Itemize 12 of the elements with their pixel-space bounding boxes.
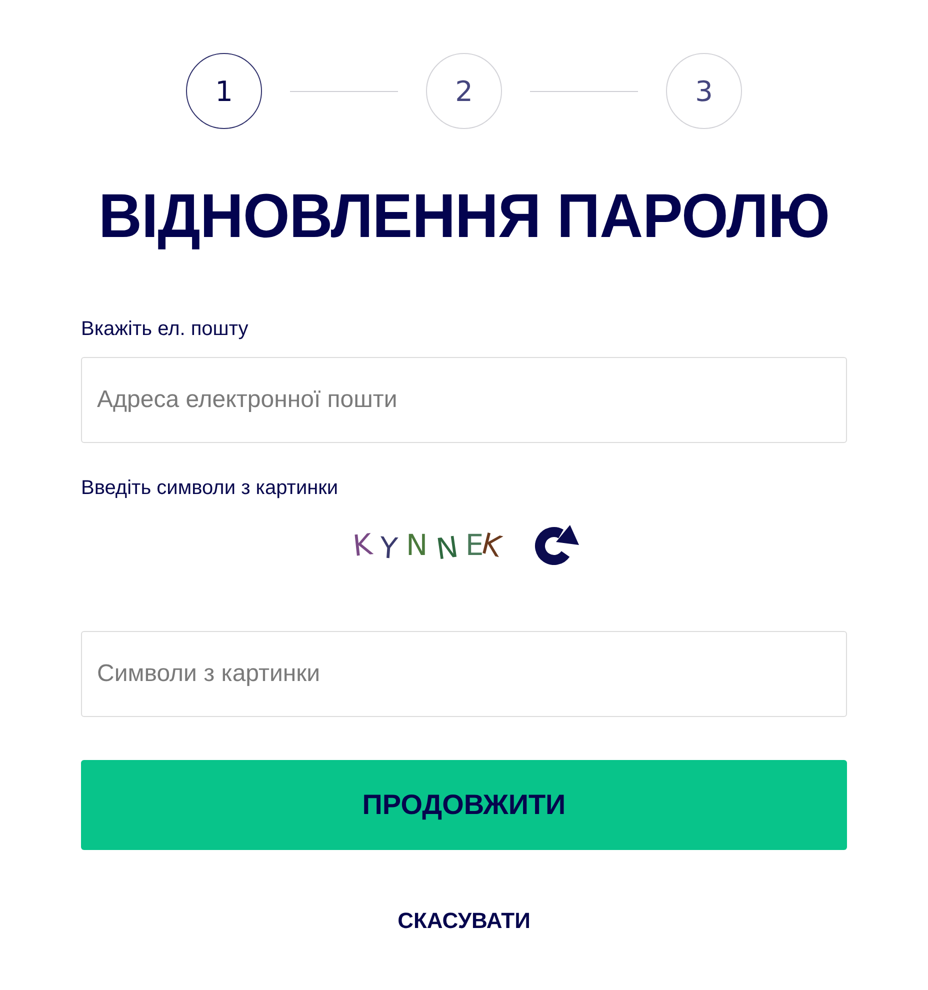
page-title: ВІДНОВЛЕННЯ ПАРОЛЮ [98,181,830,253]
step-circle: 2 [426,53,502,129]
continue-button[interactable]: ПРОДОВЖИТИ [81,760,847,850]
step-circle: 3 [666,53,742,129]
captcha-field[interactable]: Символи з картинки [81,631,847,717]
refresh-icon[interactable] [532,525,579,565]
cancel-link[interactable]: СКАСУВАТИ [398,908,530,934]
field-label: Вкажіть ел. пошту [81,317,250,342]
step-circle: 1 [186,53,262,129]
email-field[interactable]: Адреса електронної пошти [81,357,847,443]
field-label: Введіть символи з картинки [81,476,340,501]
captcha-image: KYNNEK [350,526,505,564]
